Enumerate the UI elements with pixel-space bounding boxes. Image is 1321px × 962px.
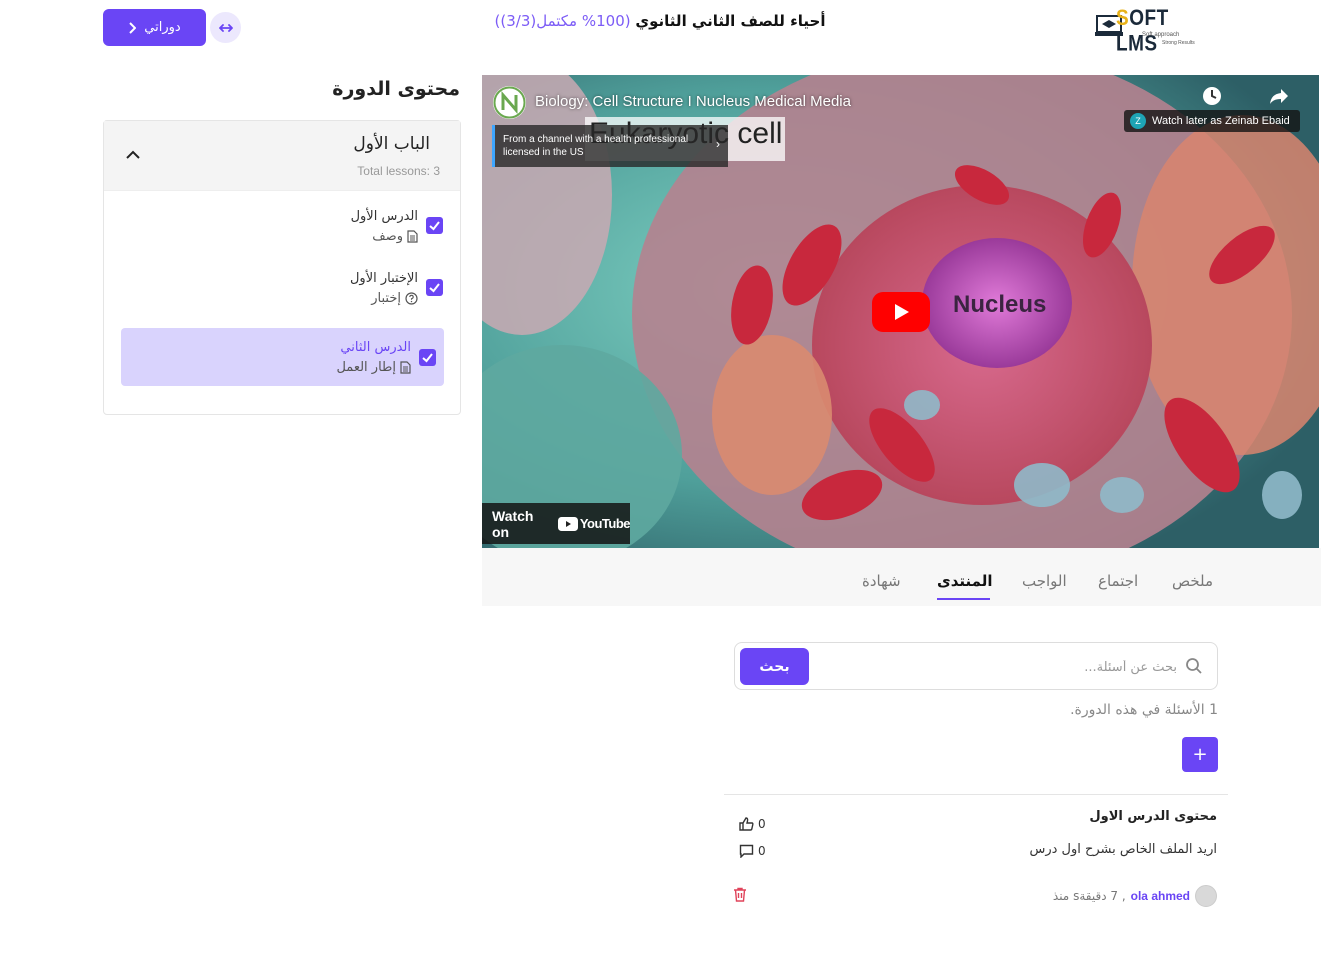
course-name: أحياء للصف الثاني الثانوي: [635, 12, 826, 30]
tab-assignment[interactable]: الواجب: [1022, 572, 1067, 590]
lesson-item[interactable]: الدرس الأول وصف: [104, 206, 460, 251]
youtube-logo: YouTube: [557, 516, 631, 531]
chapter-header[interactable]: الباب الأول Total lessons: 3: [104, 121, 460, 191]
chevron-up-icon[interactable]: [122, 144, 144, 166]
questions-count: 1 الأسئلة في هذه الدورة.: [1070, 702, 1218, 718]
active-tab-indicator: [937, 598, 990, 600]
watch-later-text: Watch later as Zeinab Ebaid: [1152, 115, 1290, 127]
lesson-item-active[interactable]: الدرس الثاني إطار العمل: [121, 328, 444, 386]
user-initial-badge: Z: [1130, 113, 1146, 129]
document-icon: [400, 361, 411, 374]
nucleus-label: Nucleus: [953, 291, 1047, 318]
question-author: ola ahmed , 7 دقيقةs منذ: [1053, 885, 1217, 907]
watch-later-tooltip: Z Watch later as Zeinab Ebaid: [1124, 110, 1300, 132]
lesson-type-label: وصف: [372, 229, 403, 244]
document-icon: [407, 230, 418, 243]
chapter-title: الباب الأول: [353, 134, 430, 154]
channel-avatar[interactable]: [493, 86, 526, 119]
lesson-type-label: إختبار: [371, 291, 401, 306]
lesson-type: وصف: [372, 229, 418, 244]
search-icon: [1186, 658, 1202, 674]
chevron-right-icon: [129, 21, 137, 34]
search-button[interactable]: بحث: [740, 648, 809, 685]
logo-tagline-2: Strong Results: [1162, 40, 1195, 46]
logo-tagline-1: Soft approach: [1142, 32, 1180, 38]
play-icon[interactable]: [872, 292, 930, 332]
watch-on-label: Watch on: [492, 507, 534, 540]
chevron-right-icon: ›: [716, 137, 720, 151]
lesson-type: إختبار: [371, 291, 418, 306]
comment-stat[interactable]: 0: [739, 844, 766, 858]
tab-forum[interactable]: المنتدى: [937, 572, 993, 590]
header: SOFT LMS Soft approach Strong Results أح…: [0, 0, 1321, 58]
lesson-checkbox[interactable]: [419, 349, 436, 366]
lesson-type-label: إطار العمل: [336, 360, 396, 375]
author-name[interactable]: ola ahmed: [1131, 889, 1190, 903]
comment-count: 0: [758, 844, 766, 858]
my-courses-button[interactable]: دوراتي: [103, 9, 206, 46]
soft-lms-logo[interactable]: SOFT LMS Soft approach Strong Results: [1094, 7, 1206, 56]
channel-logo-icon: [493, 86, 526, 119]
search-input[interactable]: [837, 655, 1177, 679]
comment-icon: [739, 844, 754, 858]
lesson-title: الدرس الثاني: [340, 340, 411, 355]
check-icon: [422, 353, 433, 363]
lesson-checkbox[interactable]: [426, 279, 443, 296]
video-title[interactable]: Biology: Cell Structure I Nucleus Medica…: [535, 93, 851, 110]
share-icon[interactable]: [1268, 85, 1290, 107]
lesson-title: الدرس الأول: [350, 209, 418, 224]
chapter-total-lessons: Total lessons: 3: [357, 164, 440, 178]
forum-search: بحث: [734, 642, 1218, 690]
add-question-button[interactable]: +: [1182, 737, 1218, 772]
trash-icon[interactable]: [733, 887, 747, 902]
course-title: أحياء للصف الثاني الثانوي (100% مكتمل(3/…: [450, 12, 870, 30]
my-courses-label: دوراتي: [144, 20, 181, 35]
question-body: اريد الملف الخاص بشرح اول درس: [1029, 842, 1217, 857]
lesson-checkbox[interactable]: [426, 217, 443, 234]
lesson-item[interactable]: الإختبار الأول إختبار: [104, 268, 460, 313]
like-count: 0: [758, 817, 766, 831]
question-circle-icon: [405, 292, 418, 305]
channel-info-text: From a channel with a health professiona…: [503, 134, 689, 158]
check-icon: [429, 221, 440, 231]
course-tabs: ملخص اجتماع الواجب المنتدى شهادة: [482, 548, 1321, 606]
youtube-label: YouTube: [579, 516, 631, 531]
like-stat[interactable]: 0: [739, 817, 766, 831]
course-content-panel: الباب الأول Total lessons: 3 الدرس الأول…: [103, 120, 461, 415]
arrows-horizontal-icon: [218, 23, 233, 32]
channel-info-panel[interactable]: From a channel with a health professiona…: [492, 125, 728, 167]
tab-summary[interactable]: ملخص: [1172, 572, 1213, 590]
post-time: , 7 دقيقةs منذ: [1052, 889, 1126, 903]
thumbs-up-icon: [739, 817, 754, 831]
tab-certificate[interactable]: شهادة: [862, 572, 901, 590]
sidebar-title: محتوى الدورة: [332, 78, 460, 100]
check-icon: [429, 283, 440, 293]
watch-on-youtube-button[interactable]: Watch on YouTube: [482, 503, 631, 544]
question-title[interactable]: محتوى الدرس الاول: [1089, 809, 1217, 824]
course-progress: (100% مكتمل(3/3)): [494, 12, 631, 30]
lesson-type: إطار العمل: [336, 360, 411, 375]
divider: [724, 794, 1228, 795]
youtube-icon: [557, 516, 578, 531]
avatar: [1195, 885, 1217, 907]
tab-meeting[interactable]: اجتماع: [1098, 572, 1138, 590]
lesson-title: الإختبار الأول: [349, 271, 418, 286]
expand-button[interactable]: [210, 12, 241, 43]
clock-icon[interactable]: [1201, 85, 1223, 107]
video-player[interactable]: Biology: Cell Structure I Nucleus Medica…: [482, 75, 1319, 548]
